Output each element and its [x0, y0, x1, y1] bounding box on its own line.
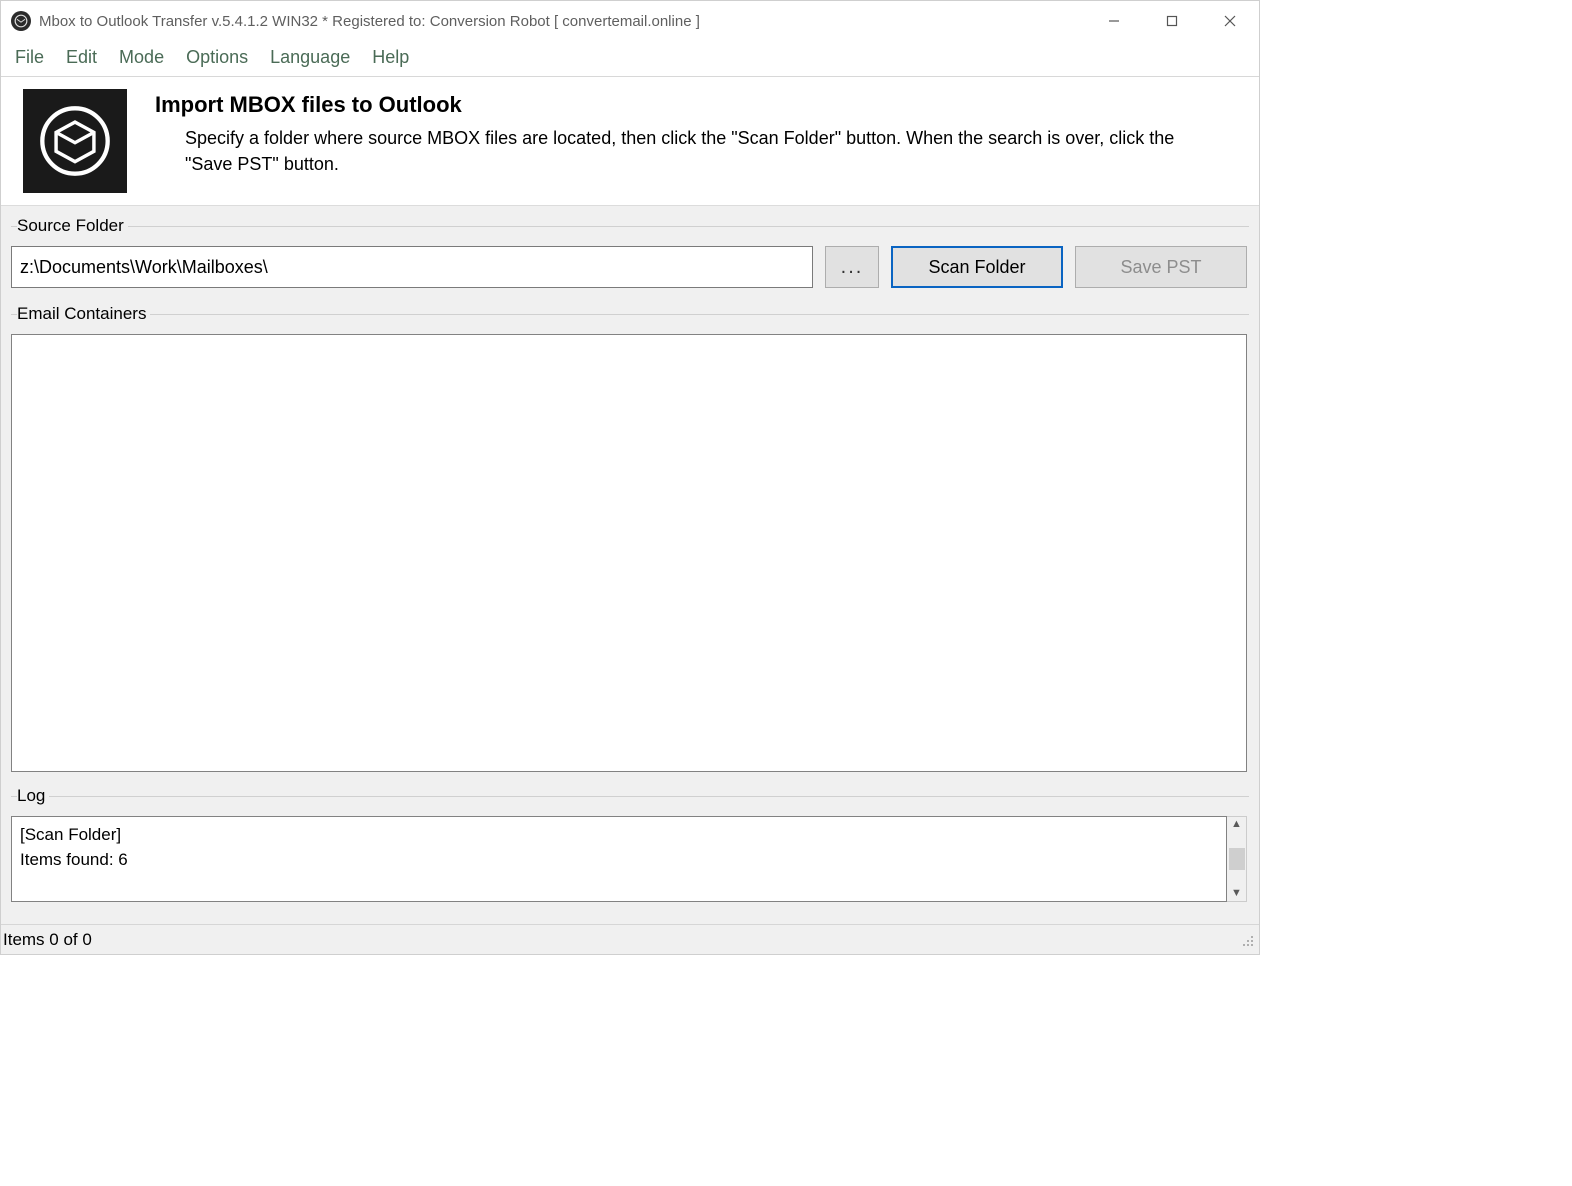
- menu-options[interactable]: Options: [186, 47, 248, 68]
- app-window: Mbox to Outlook Transfer v.5.4.1.2 WIN32…: [0, 0, 1260, 955]
- titlebar: Mbox to Outlook Transfer v.5.4.1.2 WIN32…: [1, 1, 1259, 41]
- header-subtext: Specify a folder where source MBOX files…: [185, 125, 1205, 177]
- header-panel: Import MBOX files to Outlook Specify a f…: [1, 77, 1259, 206]
- scroll-down-icon[interactable]: ▼: [1231, 888, 1242, 899]
- menu-mode[interactable]: Mode: [119, 47, 164, 68]
- menu-file[interactable]: File: [15, 47, 44, 68]
- email-containers-group: Email Containers: [11, 304, 1249, 776]
- header-headline: Import MBOX files to Outlook: [155, 89, 1205, 121]
- scroll-thumb[interactable]: [1229, 848, 1245, 870]
- statusbar: Items 0 of 0: [1, 924, 1259, 954]
- browse-button[interactable]: ...: [825, 246, 879, 288]
- header-text: Import MBOX files to Outlook Specify a f…: [127, 89, 1205, 193]
- status-text: Items 0 of 0: [3, 930, 92, 950]
- resize-grip-icon[interactable]: [1239, 932, 1255, 948]
- maximize-button[interactable]: [1143, 1, 1201, 41]
- log-scrollbar[interactable]: ▲ ▼: [1227, 816, 1247, 902]
- email-containers-list[interactable]: [11, 334, 1247, 772]
- scroll-up-icon[interactable]: ▲: [1231, 819, 1242, 830]
- body: Source Folder ... Scan Folder Save PST E…: [1, 206, 1259, 924]
- source-folder-input[interactable]: [11, 246, 813, 288]
- source-folder-legend: Source Folder: [17, 216, 128, 236]
- menubar: File Edit Mode Options Language Help: [1, 41, 1259, 77]
- menu-help[interactable]: Help: [372, 47, 409, 68]
- log-output[interactable]: [Scan Folder] Items found: 6: [11, 816, 1227, 902]
- window-controls: [1085, 1, 1259, 41]
- source-folder-group: Source Folder ... Scan Folder Save PST: [11, 216, 1249, 294]
- app-icon: [11, 11, 31, 31]
- save-pst-button[interactable]: Save PST: [1075, 246, 1247, 288]
- envelope-logo-icon: [23, 89, 127, 193]
- log-legend: Log: [17, 786, 49, 806]
- menu-language[interactable]: Language: [270, 47, 350, 68]
- minimize-button[interactable]: [1085, 1, 1143, 41]
- close-button[interactable]: [1201, 1, 1259, 41]
- menu-edit[interactable]: Edit: [66, 47, 97, 68]
- log-group: Log [Scan Folder] Items found: 6 ▲ ▼: [11, 786, 1249, 908]
- email-containers-legend: Email Containers: [17, 304, 150, 324]
- scan-folder-button[interactable]: Scan Folder: [891, 246, 1063, 288]
- window-title: Mbox to Outlook Transfer v.5.4.1.2 WIN32…: [39, 13, 700, 30]
